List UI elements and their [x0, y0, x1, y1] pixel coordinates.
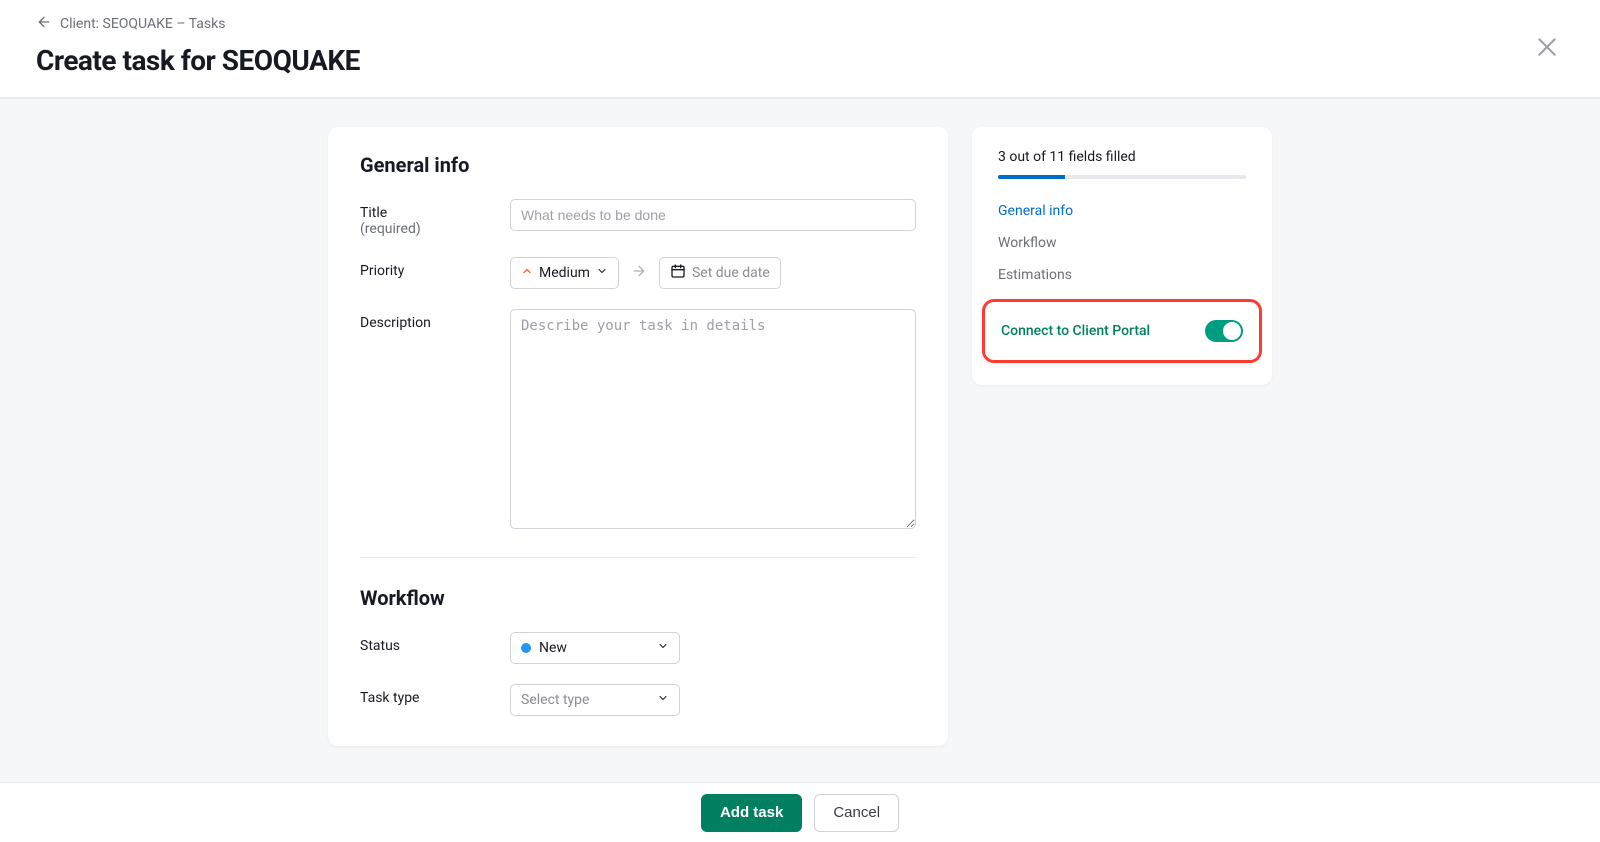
connect-client-portal-toggle[interactable]: [1205, 320, 1243, 342]
description-label: Description: [360, 309, 510, 331]
title-input[interactable]: [510, 199, 916, 231]
arrow-right-icon: [631, 263, 647, 283]
priority-select[interactable]: Medium: [510, 257, 619, 289]
status-select[interactable]: New: [510, 632, 680, 664]
status-value: New: [539, 640, 567, 656]
status-dot-icon: [521, 643, 531, 653]
add-task-button[interactable]: Add task: [701, 794, 802, 832]
breadcrumb-text: Client: SEOQUAKE – Tasks: [60, 16, 225, 32]
priority-up-icon: [521, 265, 533, 281]
close-icon: [1534, 48, 1560, 64]
task-type-label: Task type: [360, 684, 510, 706]
section-title-workflow: Workflow: [360, 586, 916, 610]
connect-client-portal-box: Connect to Client Portal: [982, 299, 1262, 363]
description-textarea[interactable]: [510, 309, 916, 529]
toggle-knob: [1223, 322, 1241, 340]
main-form-card: General info Title (required) Priority M…: [328, 127, 948, 746]
chevron-down-icon: [657, 640, 669, 656]
progress-text: 3 out of 11 fields filled: [998, 149, 1246, 165]
section-divider: [360, 557, 916, 558]
task-type-select[interactable]: Select type: [510, 684, 680, 716]
title-label: Title (required): [360, 199, 510, 237]
side-panel: 3 out of 11 fields filled General info W…: [972, 127, 1272, 385]
due-date-button[interactable]: Set due date: [659, 257, 781, 289]
progress-fill: [998, 175, 1065, 179]
chevron-down-icon: [596, 265, 608, 281]
close-button[interactable]: [1534, 34, 1560, 60]
page-title: Create task for SEOQUAKE: [36, 44, 1564, 77]
priority-value: Medium: [539, 265, 590, 281]
chevron-down-icon: [657, 692, 669, 708]
due-date-placeholder: Set due date: [692, 265, 770, 281]
footer-bar: Add task Cancel: [0, 782, 1600, 842]
priority-label: Priority: [360, 257, 510, 279]
section-title-general: General info: [360, 153, 916, 177]
connect-client-portal-label: Connect to Client Portal: [1001, 323, 1150, 339]
status-label: Status: [360, 632, 510, 654]
breadcrumb[interactable]: Client: SEOQUAKE – Tasks: [36, 14, 1564, 34]
side-nav-estimations[interactable]: Estimations: [998, 267, 1246, 283]
arrow-left-icon: [36, 14, 52, 34]
calendar-icon: [670, 263, 686, 283]
progress-bar: [998, 175, 1246, 179]
side-nav-general[interactable]: General info: [998, 203, 1246, 219]
task-type-placeholder: Select type: [521, 692, 589, 708]
cancel-button[interactable]: Cancel: [814, 794, 899, 832]
side-nav-workflow[interactable]: Workflow: [998, 235, 1246, 251]
